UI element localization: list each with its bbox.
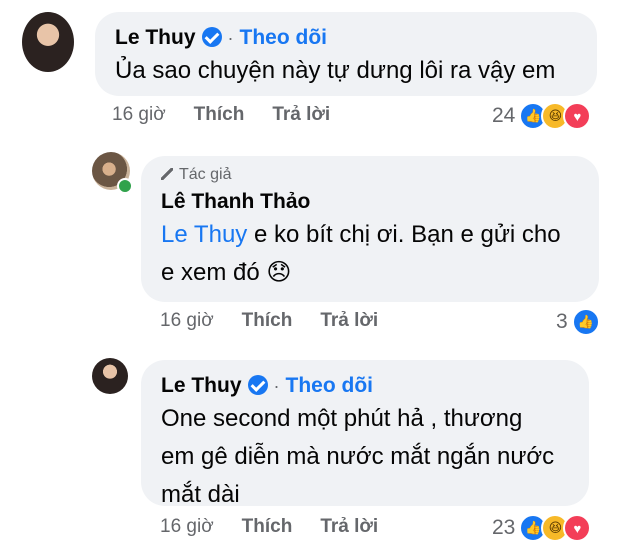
- avatar[interactable]: [22, 12, 74, 72]
- comment-bubble: Le Thuy · Theo dõi Ủa sao chuyện này tự dư…: [95, 12, 597, 96]
- comment-actions: 16 giờ Thích Trả lời: [112, 104, 358, 126]
- verified-badge-icon: [201, 27, 222, 47]
- verified-badge-icon: [247, 375, 268, 395]
- comment-author[interactable]: Le Thuy: [115, 26, 196, 49]
- comment-actions: 16 giờ Thích Trả lời: [160, 516, 406, 538]
- like-icon: 👍: [571, 308, 600, 336]
- comment-time[interactable]: 16 giờ: [160, 516, 214, 537]
- pen-icon: [161, 168, 173, 180]
- mention-link[interactable]: Le Thuy: [161, 221, 247, 248]
- like-button[interactable]: Thích: [194, 104, 245, 125]
- comment-text: Ủa sao chuyện này tự dưng lôi ra vậy em: [115, 57, 556, 84]
- separator-dot: ·: [227, 28, 234, 48]
- reaction-summary[interactable]: 3 👍: [556, 308, 600, 336]
- comment-time[interactable]: 16 giờ: [160, 310, 214, 331]
- love-icon: ♥: [563, 514, 592, 542]
- comment-text-line: e ko bít chị ơi. Bạn e gửi cho: [247, 221, 561, 248]
- comment-bubble: Tác giả Lê Thanh Thảo Le Thuy e ko bít c…: [141, 156, 599, 302]
- comment-text-line: e xem đó: [161, 259, 260, 286]
- comment-time[interactable]: 16 giờ: [112, 104, 166, 125]
- reaction-count: 3: [556, 310, 568, 333]
- comment-text-line: em gê diễn mà nước mắt ngắn nước: [161, 443, 555, 470]
- avatar[interactable]: [92, 358, 128, 394]
- reply-button[interactable]: Trả lời: [320, 516, 378, 537]
- reply-button[interactable]: Trả lời: [320, 310, 378, 331]
- sad-emoji-icon: 😞: [266, 259, 292, 286]
- comment-actions: 16 giờ Thích Trả lời: [160, 310, 406, 332]
- follow-link[interactable]: Theo dõi: [240, 26, 328, 49]
- author-badge: Tác giả: [161, 166, 579, 184]
- comment-text: One second một phút hả , thương em gê di…: [161, 400, 569, 514]
- comment-text-line: mắt dài: [161, 481, 240, 508]
- reaction-count: 24: [492, 104, 516, 127]
- comment-text-line: One second một phút hả , thương: [161, 405, 523, 432]
- reply-button[interactable]: Trả lời: [272, 104, 330, 125]
- comment-author[interactable]: Lê Thanh Thảo: [161, 190, 579, 214]
- love-icon: ♥: [563, 102, 592, 130]
- follow-link[interactable]: Theo dõi: [286, 374, 374, 397]
- reaction-summary[interactable]: 24 👍 😆 ♥: [492, 102, 592, 130]
- author-badge-label: Tác giả: [179, 166, 232, 183]
- like-button[interactable]: Thích: [242, 516, 293, 537]
- comment-text: Le Thuy e ko bít chị ơi. Bạn e gửi cho e…: [161, 216, 579, 292]
- comment-bubble: Le Thuy · Theo dõi One second một phút hả …: [141, 360, 589, 508]
- like-button[interactable]: Thích: [242, 310, 293, 331]
- comment-author[interactable]: Le Thuy: [161, 374, 242, 397]
- online-status-indicator: [117, 178, 133, 194]
- reaction-count: 23: [492, 516, 516, 539]
- reaction-summary[interactable]: 23 👍 😆 ♥: [492, 514, 592, 542]
- separator-dot: ·: [273, 376, 280, 396]
